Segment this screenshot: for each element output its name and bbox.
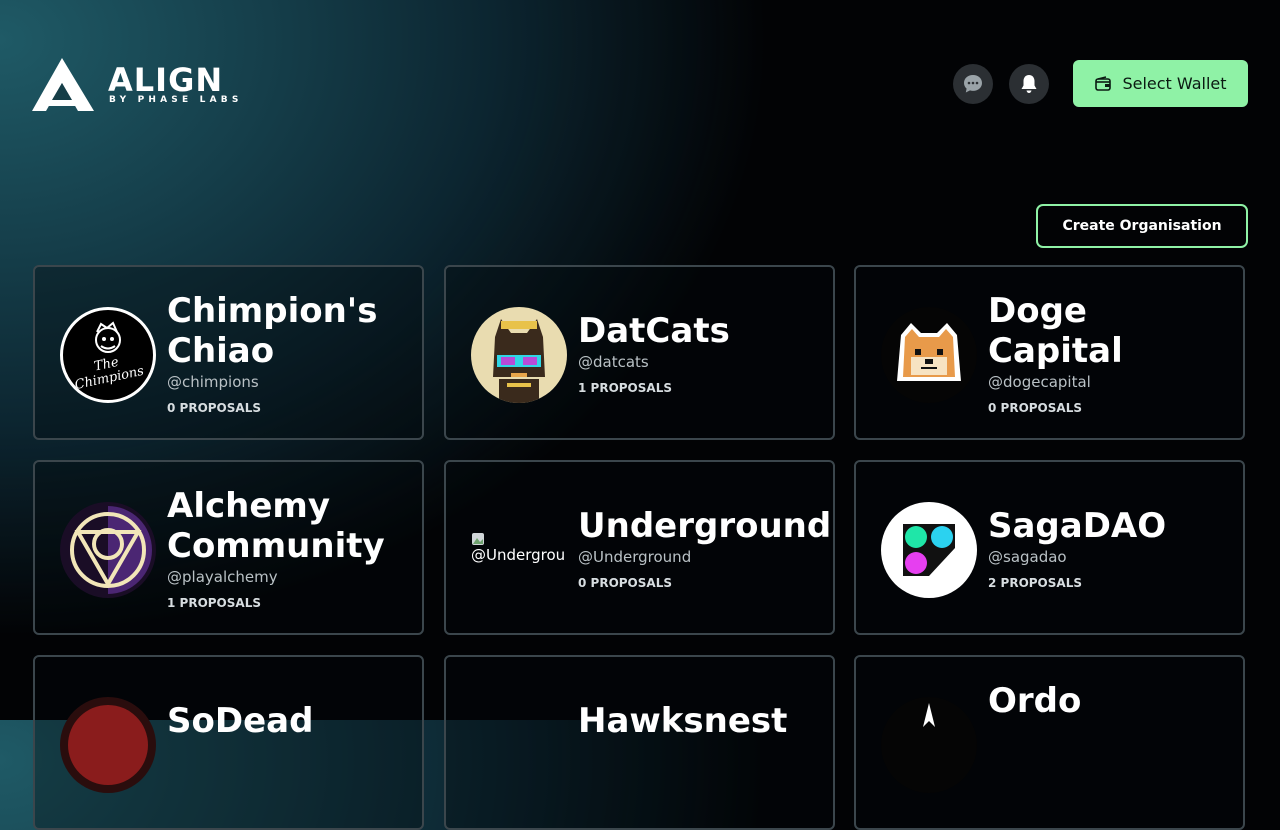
org-name: DatCats	[578, 311, 730, 351]
org-proposal-count: 0 PROPOSALS	[578, 576, 672, 590]
org-name: Underground	[578, 506, 832, 546]
org-name: Chimpion's Chiao	[167, 291, 378, 371]
org-handle: @Underground	[578, 548, 692, 566]
org-proposal-count: 1 PROPOSALS	[167, 596, 261, 610]
select-wallet-label: Select Wallet	[1122, 74, 1227, 93]
org-avatar-broken: @Undergrou	[471, 532, 567, 628]
org-handle: @chimpions	[167, 373, 259, 391]
org-card[interactable]: Alchemy Community @playalchemy 1 PROPOSA…	[33, 460, 424, 635]
org-name: Alchemy Community	[167, 486, 385, 566]
logo-subtitle: BY PHASE LABS	[109, 95, 243, 105]
chat-button[interactable]	[953, 64, 993, 104]
org-card[interactable]: SagaDAO @sagadao 2 PROPOSALS	[854, 460, 1245, 635]
org-proposal-count: 1 PROPOSALS	[578, 381, 672, 395]
org-proposal-count: 0 PROPOSALS	[988, 401, 1082, 415]
logo-wordmark: ALIGN	[108, 61, 224, 99]
org-avatar	[471, 307, 567, 403]
org-card[interactable]: Doge Capital @dogecapital 0 PROPOSALS	[854, 265, 1245, 440]
create-organisation-button[interactable]: Create Organisation	[1036, 204, 1248, 248]
org-card[interactable]: Ordo	[854, 655, 1245, 830]
org-name: Doge Capital	[988, 291, 1123, 371]
org-card[interactable]: SoDead	[33, 655, 424, 830]
avatar-alt-text: @Undergrou	[471, 546, 566, 564]
org-handle: @dogecapital	[988, 373, 1091, 391]
org-proposal-count: 2 PROPOSALS	[988, 576, 1082, 590]
bell-icon	[1021, 75, 1037, 93]
org-handle: @sagadao	[988, 548, 1067, 566]
org-avatar	[881, 697, 977, 793]
notifications-button[interactable]	[1009, 64, 1049, 104]
org-avatar	[881, 307, 977, 403]
org-handle: @playalchemy	[167, 568, 278, 586]
org-avatar	[60, 697, 156, 793]
wallet-icon	[1095, 75, 1112, 91]
org-name: Hawksnest	[578, 701, 788, 741]
org-avatar	[60, 502, 156, 598]
org-card[interactable]: The Chimpions Chimpion's Chiao @chimpion…	[33, 265, 424, 440]
align-logo[interactable]: ALIGN BY PHASE LABS	[32, 58, 282, 112]
org-name: SoDead	[167, 701, 314, 741]
org-avatar: The Chimpions	[60, 307, 156, 403]
org-proposal-count: 0 PROPOSALS	[167, 401, 261, 415]
chat-icon	[964, 75, 982, 93]
org-handle: @datcats	[578, 353, 649, 371]
org-card[interactable]: Hawksnest	[444, 655, 835, 830]
broken-image-icon	[472, 533, 484, 545]
org-card[interactable]: @Undergrou Underground @Underground 0 PR…	[444, 460, 835, 635]
org-card[interactable]: DatCats @datcats 1 PROPOSALS	[444, 265, 835, 440]
org-name: Ordo	[988, 681, 1082, 721]
org-name: SagaDAO	[988, 506, 1167, 546]
org-avatar	[881, 502, 977, 598]
select-wallet-button[interactable]: Select Wallet	[1073, 60, 1248, 107]
align-logo-mark	[32, 58, 94, 111]
